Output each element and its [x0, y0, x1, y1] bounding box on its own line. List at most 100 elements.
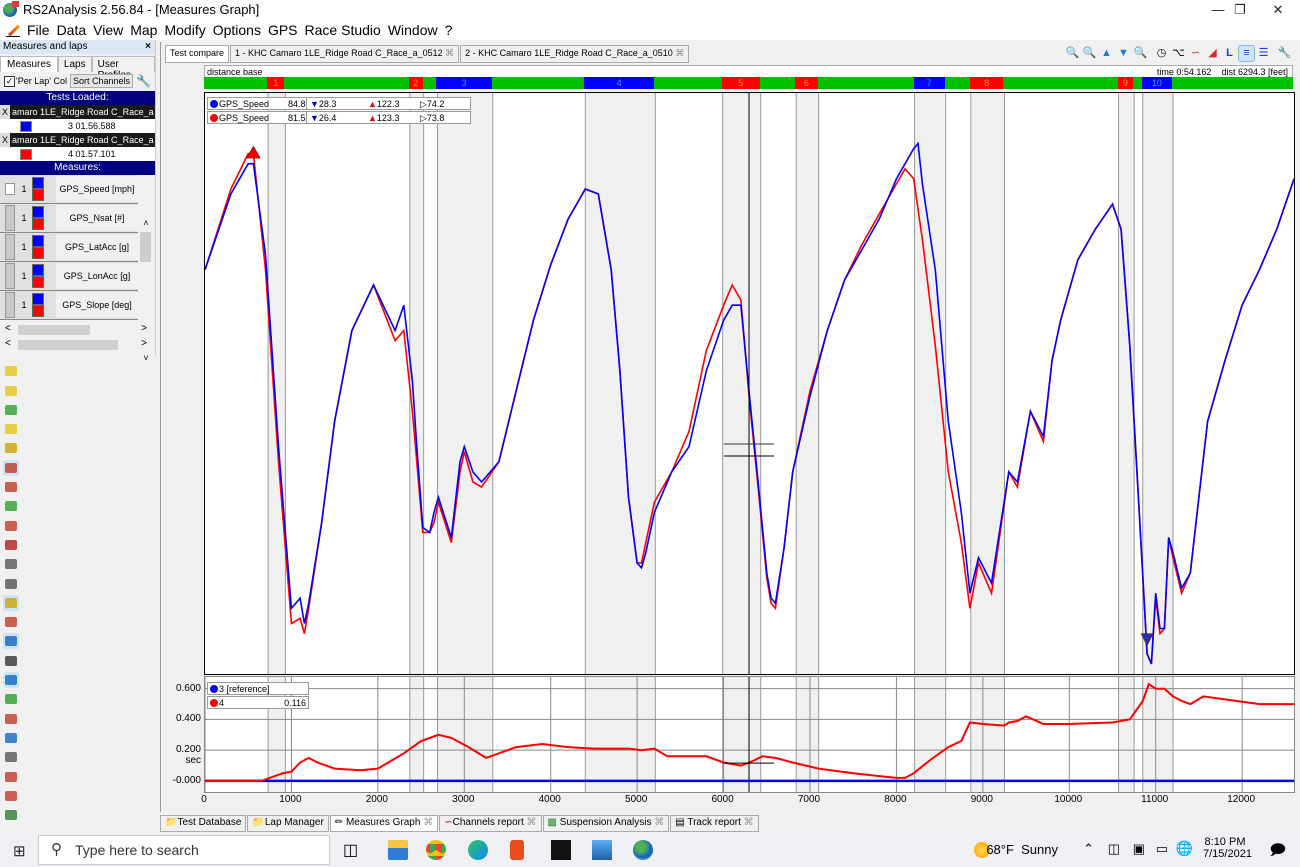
suspension-icon[interactable]	[3, 633, 19, 650]
zoom-out-icon[interactable]: 🔍	[1133, 46, 1148, 61]
color-swatch[interactable]	[32, 218, 44, 230]
panel-close-icon[interactable]: ×	[145, 40, 151, 54]
menu-view[interactable]: View	[93, 22, 130, 38]
color-swatch[interactable]	[32, 264, 44, 276]
zoom-20-icon[interactable]: 🔍	[1065, 46, 1080, 61]
tab-measures[interactable]: Measures	[0, 56, 58, 72]
notification-icon[interactable]: 🗩	[1269, 840, 1286, 865]
shift-down-icon[interactable]: ▼	[1116, 46, 1131, 61]
menu-modify[interactable]: Modify	[164, 22, 212, 38]
axis-l-icon[interactable]: L	[1222, 46, 1237, 61]
tab-user-profiles[interactable]: User Profiles	[91, 56, 155, 81]
lap-row[interactable]: 4 01.57.101	[0, 147, 155, 161]
test-row[interactable]: Xamaro 1LE_Ridge Road C_Race_a	[0, 133, 155, 147]
measures-graph-icon[interactable]	[3, 459, 19, 476]
chevron-up-icon[interactable]: ⌃	[1083, 841, 1094, 857]
save-folder-icon[interactable]	[3, 383, 19, 399]
report-icon[interactable]	[3, 556, 19, 572]
tray-app-icon[interactable]: ▣	[1133, 841, 1145, 857]
file-explorer-icon[interactable]	[388, 840, 408, 860]
menu-data[interactable]: Data	[57, 22, 94, 38]
photos-icon[interactable]	[592, 840, 612, 860]
channels-report-icon[interactable]	[3, 594, 19, 611]
menu-options[interactable]: Options	[213, 22, 268, 38]
segment-1[interactable]: 1	[267, 77, 285, 89]
close-button[interactable]: ✕	[1258, 0, 1298, 19]
track-segments-bar[interactable]: 1 2 3 4 5 6 7 8 9 10	[204, 77, 1293, 89]
video-icon[interactable]	[3, 807, 19, 823]
horizontal-scrollbar[interactable]: < >	[3, 338, 153, 352]
menu-race-studio[interactable]: Race Studio	[305, 22, 388, 38]
tab-measures-graph[interactable]: ✏ Measures Graph ⌘	[329, 815, 439, 832]
compare-icon[interactable]	[3, 788, 19, 804]
menu-help[interactable]: ?	[445, 22, 460, 38]
clock-icon[interactable]: ◷	[1154, 46, 1169, 61]
tab-test-1[interactable]: 1 - KHC Camaro 1LE_Ridge Road C_Race_a_0…	[230, 45, 460, 63]
tool-icon[interactable]	[3, 653, 19, 669]
color-swatch[interactable]	[20, 148, 32, 160]
task-view-icon[interactable]: ◫	[343, 840, 363, 860]
overlay-icon[interactable]: ≡	[1238, 45, 1255, 62]
restore-button[interactable]: ❐	[1220, 0, 1260, 19]
segment-5[interactable]: 5	[721, 77, 760, 89]
math-icon[interactable]	[3, 769, 19, 785]
close-tab-icon[interactable]: ⌘	[675, 48, 684, 58]
tab-test-database[interactable]: 📁Test Database	[160, 815, 247, 832]
close-tab-icon[interactable]: ⌘	[527, 817, 537, 828]
tab-laps[interactable]: Laps	[57, 56, 92, 72]
triangle-icon[interactable]: ◢	[1205, 46, 1220, 61]
measure-row[interactable]: 1 GPS_Speed [mph]	[0, 175, 138, 204]
color-swatch[interactable]	[32, 206, 44, 218]
help-icon[interactable]	[3, 440, 19, 456]
measure-checkbox[interactable]	[5, 263, 15, 289]
measure-row[interactable]: 1 GPS_LonAcc [g]	[0, 262, 138, 291]
color-swatch[interactable]	[32, 177, 44, 189]
measure-checkbox[interactable]	[5, 292, 15, 318]
tab-suspension-analysis[interactable]: ▩ Suspension Analysis ⌘	[542, 815, 670, 832]
weather-text[interactable]: 68°F Sunny	[986, 842, 1058, 857]
time-delta-graph[interactable]: 3 [reference] 4 0.116 0.600 0.400 0.200 -0.…	[173, 676, 1295, 793]
shift-up-icon[interactable]: ▲	[1099, 46, 1114, 61]
close-tab-icon[interactable]: ⌘	[445, 48, 454, 58]
clock[interactable]: 8:10 PM 7/15/2021	[1203, 836, 1252, 860]
stack-icon[interactable]: ☰	[1256, 46, 1271, 61]
wrench-icon[interactable]: 🔧	[136, 74, 151, 88]
scatter-icon[interactable]	[3, 498, 19, 514]
color-swatch[interactable]	[32, 293, 44, 305]
menu-gps[interactable]: GPS	[268, 22, 305, 38]
open-folder-icon[interactable]	[3, 363, 19, 379]
app-icon[interactable]	[551, 840, 571, 860]
segment-9[interactable]: 9	[1117, 77, 1134, 89]
segment-3[interactable]: 3	[436, 77, 492, 89]
measure-checkbox[interactable]	[5, 234, 15, 260]
print-icon[interactable]	[3, 749, 19, 765]
segment-4[interactable]: 4	[584, 77, 655, 89]
measure-checkbox[interactable]	[5, 205, 15, 231]
close-tab-icon[interactable]: ⌘	[423, 817, 433, 828]
zoom-in-icon[interactable]: 🔍	[1082, 46, 1097, 61]
split-icon[interactable]: ⌥	[1171, 46, 1186, 61]
zoom-icon[interactable]	[3, 730, 19, 746]
segment-2[interactable]: 2	[408, 77, 423, 89]
table-icon[interactable]	[3, 576, 19, 592]
tab-test-compare[interactable]: Test compare	[165, 45, 230, 63]
import-icon[interactable]	[3, 421, 19, 437]
track-map-icon[interactable]: ∽	[1188, 46, 1203, 61]
color-swatch[interactable]	[32, 189, 44, 201]
measure-row[interactable]: 1 GPS_Nsat [#]	[0, 204, 138, 233]
color-swatch[interactable]	[32, 305, 44, 317]
battery-icon[interactable]: ▭	[1156, 841, 1168, 857]
histogram-icon[interactable]	[3, 479, 19, 495]
horizontal-scrollbar[interactable]: < >	[3, 323, 153, 337]
windows-start-icon[interactable]: ⊞	[13, 842, 26, 860]
office-icon[interactable]	[510, 840, 524, 860]
tab-channels-report[interactable]: ∽Channels report ⌘	[439, 815, 542, 832]
color-swatch[interactable]	[32, 276, 44, 288]
measure-row[interactable]: 1 GPS_Slope [deg]	[0, 291, 138, 320]
per-lap-checkbox[interactable]: ✓	[4, 75, 15, 87]
taskbar-search-input[interactable]: ⚲ Type here to search	[38, 835, 330, 865]
color-swatch[interactable]	[20, 120, 32, 132]
network-globe-icon[interactable]: 🌐	[1176, 840, 1193, 857]
track-report-icon[interactable]	[3, 672, 19, 689]
filter-icon[interactable]	[3, 691, 19, 707]
